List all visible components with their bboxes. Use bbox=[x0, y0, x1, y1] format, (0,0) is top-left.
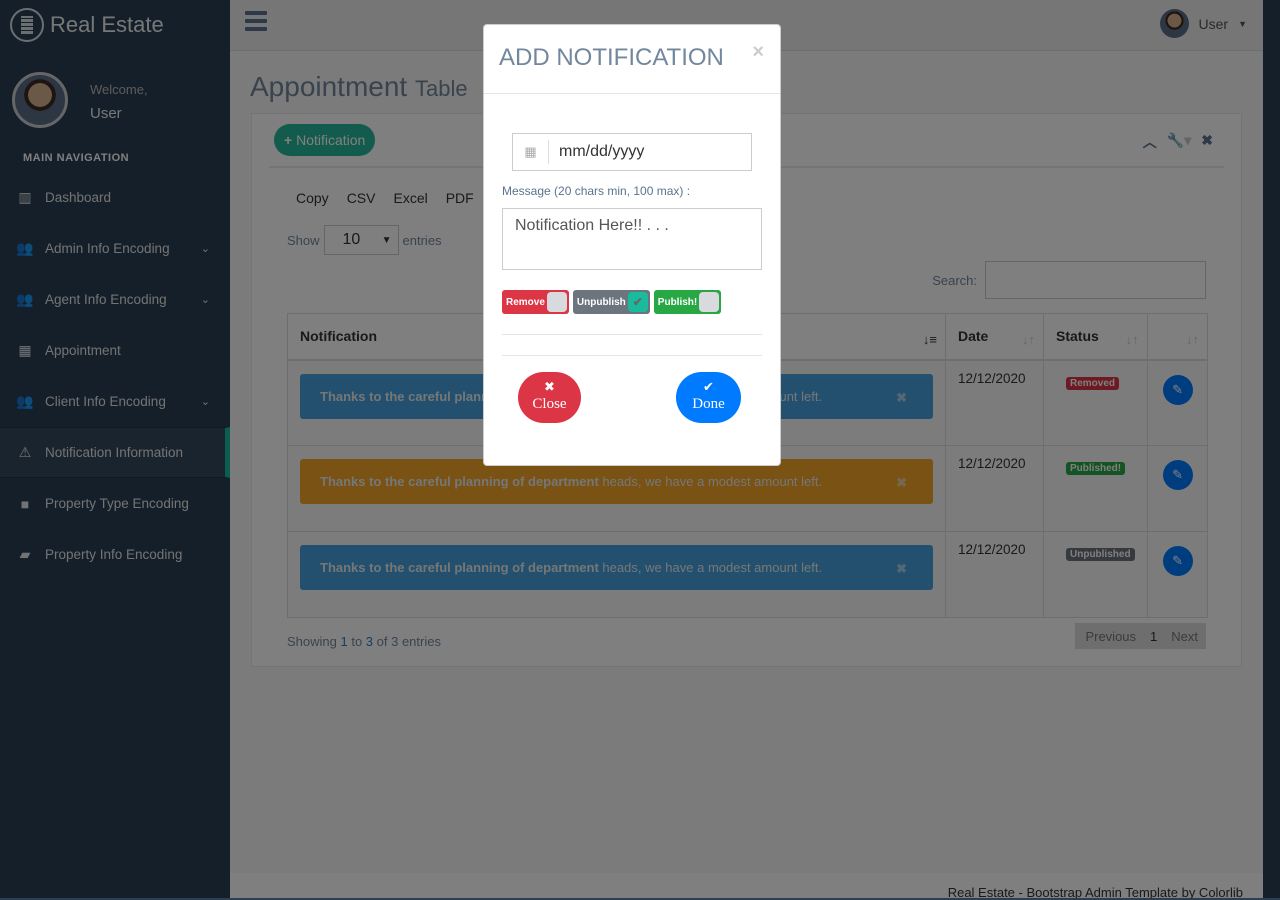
message-label: Message (20 chars min, 100 max) : bbox=[502, 184, 691, 198]
toggle-publish[interactable]: Publish! bbox=[653, 290, 722, 314]
modal-title: ADD NOTIFICATION bbox=[499, 44, 724, 71]
checkbox-icon bbox=[699, 292, 720, 312]
close-x-icon: ✖ bbox=[544, 380, 555, 395]
toggle-label: Publish! bbox=[657, 296, 698, 308]
divider bbox=[502, 334, 762, 335]
date-input[interactable]: ▦ mm/dd/yyyy bbox=[512, 133, 752, 171]
close-button-label: Close bbox=[532, 396, 567, 412]
done-button-label: Done bbox=[692, 396, 725, 412]
toggle-label: Remove bbox=[506, 296, 545, 308]
checkbox-icon bbox=[546, 292, 567, 312]
done-button[interactable]: ✔ Done bbox=[676, 372, 741, 423]
add-notification-modal: ADD NOTIFICATION × ▦ mm/dd/yyyy Message … bbox=[483, 24, 781, 466]
toggle-remove[interactable]: Remove bbox=[502, 290, 569, 314]
check-icon: ✔ bbox=[703, 380, 714, 395]
close-button[interactable]: ✖ Close bbox=[518, 372, 581, 423]
status-toggles: Remove Unpublish ✔ Publish! bbox=[502, 290, 722, 314]
toggle-unpublish[interactable]: Unpublish ✔ bbox=[572, 290, 650, 314]
checkbox-checked-icon: ✔ bbox=[627, 292, 648, 312]
calendar-icon: ▦ bbox=[513, 140, 549, 164]
date-placeholder: mm/dd/yyyy bbox=[559, 143, 645, 160]
divider bbox=[502, 355, 762, 356]
message-textarea[interactable]: Notification Here!! . . . bbox=[502, 208, 762, 270]
toggle-label: Unpublish bbox=[576, 296, 626, 308]
modal-close-icon[interactable]: × bbox=[752, 41, 764, 64]
